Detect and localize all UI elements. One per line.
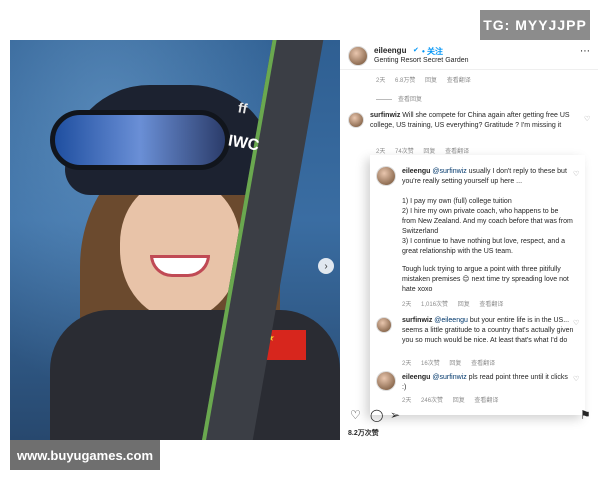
reply-link[interactable]: 回复 [458, 302, 470, 308]
avatar[interactable] [376, 371, 396, 391]
comment-meta: 2天 74次赞 回复 查看翻译 [376, 146, 477, 155]
heart-icon[interactable]: ♡ [350, 408, 361, 422]
heart-icon[interactable]: ♡ [573, 319, 579, 327]
reply-username[interactable]: eileengu [402, 168, 430, 175]
avatar[interactable] [376, 317, 392, 333]
reply-likes[interactable]: 1,016次赞 [421, 302, 448, 308]
bookmark-icon[interactable]: ⚑ [580, 408, 591, 422]
share-icon[interactable]: ➢ [390, 408, 400, 422]
watermark-top: TG: MYYJJPP [480, 10, 590, 40]
translate-link[interactable]: 查看翻译 [471, 361, 495, 367]
chevron-right-icon[interactable]: › [318, 258, 334, 274]
avatar[interactable] [348, 46, 368, 66]
heart-icon[interactable]: ♡ [584, 115, 590, 123]
reply-text: surfinwiz @eileengu but your entire life… [402, 316, 574, 346]
translate-link[interactable]: 查看翻译 [447, 78, 471, 84]
reply-mention[interactable]: @eileengu [434, 317, 468, 324]
reply-likes[interactable]: 16次赞 [421, 361, 440, 367]
photo-face [120, 180, 240, 320]
translate-link[interactable]: 查看翻译 [474, 398, 498, 404]
comment-likes[interactable]: 6.8万赞 [395, 78, 415, 84]
post-username[interactable]: eileengu [374, 46, 406, 55]
verified-icon: ✔ [413, 47, 419, 54]
reply-likes[interactable]: 246次赞 [421, 398, 443, 404]
reply-mention[interactable]: @surfinwiz [432, 374, 466, 381]
comment-username[interactable]: surfinwiz [370, 112, 400, 119]
reply-time: 2天 [402, 398, 412, 404]
reply-username[interactable]: eileengu [402, 374, 430, 381]
reply-text: eileengu @surfinwiz pls read point three… [402, 373, 574, 393]
total-likes[interactable]: 8.2万次赞 [348, 428, 379, 438]
follow-button[interactable]: • 关注 [422, 46, 443, 57]
reply-mention[interactable]: @surfinwiz [432, 168, 466, 175]
avatar[interactable] [348, 112, 364, 128]
top-comment-meta: 2天 6.8万赞 回复 查看翻译 [376, 75, 479, 84]
post-panel: eileengu ✔ • 关注 Genting Resort Secret Ga… [340, 40, 600, 440]
reply-point-3: 3) I continue to have nothing but love, … [402, 238, 566, 255]
view-replies[interactable]: 查看回复 [376, 94, 422, 103]
reply-meta: 2天 16次赞 回复 查看翻译 [402, 358, 503, 367]
post-header: eileengu ✔ • 关注 Genting Resort Secret Ga… [340, 40, 598, 70]
reply-link[interactable]: 回复 [453, 398, 465, 404]
reply-meta: 2天 1,016次赞 回复 查看翻译 [402, 299, 511, 308]
comment-text: surfinwiz Will she compete for China aga… [370, 111, 580, 131]
reply-thread: eileengu @surfinwiz usually I don't repl… [370, 155, 585, 415]
action-bar: ♡ ◯ ➢ ⚑ [348, 408, 593, 424]
reply-time: 2天 [402, 302, 412, 308]
more-icon[interactable]: ⋯ [580, 46, 590, 57]
reply-point-1: 1) I pay my own (full) college tuition [402, 198, 512, 205]
reply-closing: Tough luck trying to argue a point with … [402, 266, 569, 293]
reply-time: 2天 [402, 361, 412, 367]
comment-time: 2天 [376, 78, 386, 84]
translate-link[interactable]: 查看翻译 [479, 302, 503, 308]
post-photo[interactable]: ★ ff IWC › [10, 40, 340, 440]
reply-link[interactable]: 回复 [449, 361, 461, 367]
reply-link[interactable]: 回复 [425, 78, 437, 84]
heart-icon[interactable]: ♡ [573, 375, 579, 383]
comment-icon[interactable]: ◯ [370, 408, 383, 422]
watermark-bottom: www.buyugames.com [10, 440, 160, 470]
reply-text: eileengu @surfinwiz usually I don't repl… [402, 167, 574, 187]
reply-point-2: 2) I hire my own private coach, who happ… [402, 208, 573, 235]
comment-body: Will she compete for China again after g… [370, 112, 570, 129]
reply-meta: 2天 246次赞 回复 查看翻译 [402, 395, 506, 404]
heart-icon[interactable]: ♡ [573, 170, 579, 178]
avatar[interactable] [376, 166, 396, 186]
photo-goggles [50, 110, 230, 170]
reply-username[interactable]: surfinwiz [402, 317, 432, 324]
post-location[interactable]: Genting Resort Secret Garden [374, 57, 469, 64]
